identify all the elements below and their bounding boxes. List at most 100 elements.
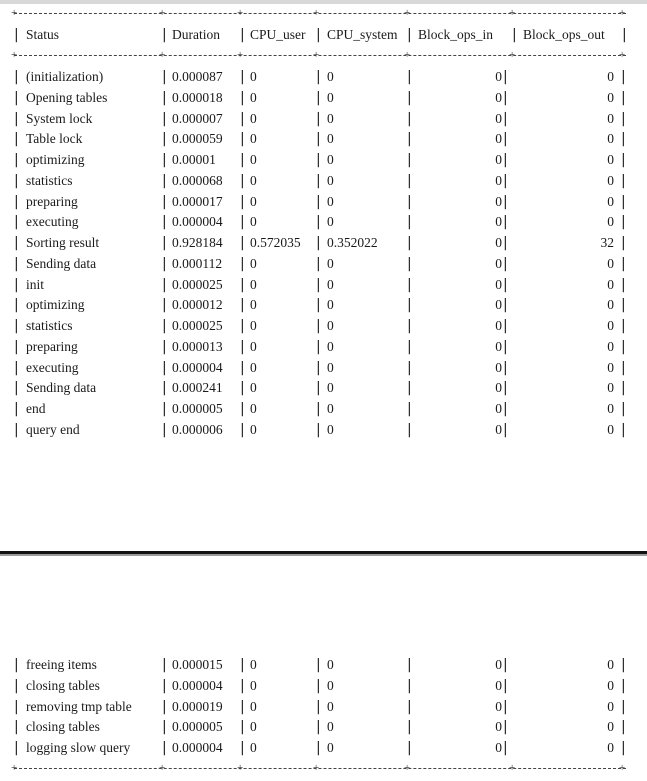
block-ops-out-cell: 0: [607, 131, 614, 147]
column-separator: |: [407, 276, 412, 293]
column-separator: |: [407, 657, 412, 673]
column-separator: |: [503, 380, 508, 397]
column-separator: |: [14, 338, 19, 355]
table-row: | | | | | | | Sending data 0.000112 0 0 0 0: [0, 254, 647, 274]
column-separator: |: [14, 297, 19, 314]
block-ops-out-cell: 0: [607, 214, 614, 230]
border-corner: +: [509, 49, 516, 61]
column-separator: |: [503, 69, 508, 85]
column-separator: |: [240, 401, 245, 418]
column-separator: |: [621, 172, 626, 189]
column-separator: |: [503, 401, 508, 418]
status-cell: statistics: [26, 318, 73, 334]
column-header-block-ops-in: Block_ops_in: [418, 27, 494, 42]
cpu-user-cell: 0: [250, 276, 257, 292]
border-corner: +: [237, 49, 244, 61]
table-row: | | | | | | | removing tmp table 0.000019 0 0 0 0: [0, 697, 647, 717]
table-row: | | | | | | | closing tables 0.000004 0 0 0 0: [0, 676, 647, 696]
column-separator: |: [503, 359, 508, 376]
cpu-user-cell: 0.572035: [250, 235, 301, 251]
block-ops-in-cell: 0: [495, 276, 502, 292]
block-ops-out-cell: 0: [607, 740, 614, 755]
column-separator: |: [407, 27, 412, 43]
column-separator: |: [162, 235, 167, 252]
table-row: | | | | | | | Sending data 0.000241 0 0 0 0: [0, 378, 647, 398]
column-separator: |: [162, 318, 167, 335]
column-separator: |: [240, 297, 245, 314]
status-cell: preparing: [26, 193, 78, 209]
duration-cell: 0.00001: [172, 152, 216, 168]
border-corner: +: [404, 7, 411, 19]
block-ops-out-cell: 0: [607, 255, 614, 271]
status-cell: Sending data: [26, 380, 97, 396]
duration-cell: 0.000004: [172, 359, 223, 375]
border-corner: +: [237, 762, 244, 774]
block-ops-out-cell: 0: [607, 318, 614, 334]
column-separator: |: [316, 110, 321, 127]
column-header-block-ops-out: Block_ops_out: [523, 27, 605, 42]
block-ops-out-cell: 0: [607, 69, 614, 84]
column-separator: |: [14, 698, 19, 715]
duration-cell: 0.000005: [172, 719, 223, 735]
column-separator: |: [503, 214, 508, 231]
duration-cell: 0.000007: [172, 110, 223, 126]
block-ops-out-cell: 0: [607, 719, 614, 735]
block-ops-in-cell: 0: [495, 677, 502, 693]
column-separator: |: [162, 657, 167, 673]
duration-cell: 0.000006: [172, 421, 223, 437]
block-ops-in-cell: 0: [495, 740, 502, 755]
column-separator: |: [14, 401, 19, 418]
block-ops-in-cell: 0: [495, 657, 502, 672]
column-separator: |: [240, 193, 245, 210]
block-ops-out-cell: 0: [607, 110, 614, 126]
column-separator: |: [407, 152, 412, 169]
block-ops-out-cell: 0: [607, 401, 614, 417]
duration-cell: 0.000017: [172, 193, 223, 209]
column-separator: |: [503, 338, 508, 355]
border-corner: +: [11, 762, 18, 774]
column-separator: |: [316, 255, 321, 272]
column-separator: |: [240, 276, 245, 293]
border-corner: +: [509, 762, 516, 774]
column-separator: |: [14, 719, 19, 736]
duration-cell: 0.000087: [172, 69, 223, 84]
cpu-system-cell: 0: [327, 359, 334, 375]
page-break-divider-shadow: [0, 554, 647, 556]
column-separator: |: [316, 401, 321, 418]
border-corner: +: [313, 49, 320, 61]
column-separator: |: [162, 69, 167, 85]
block-ops-in-cell: 0: [495, 719, 502, 735]
column-separator: |: [162, 401, 167, 418]
border-corner: +: [619, 762, 626, 774]
column-separator: |: [621, 297, 626, 314]
column-separator: |: [316, 276, 321, 293]
border-corner: +: [159, 49, 166, 61]
duration-cell: 0.000025: [172, 276, 223, 292]
column-separator: |: [14, 193, 19, 210]
column-separator: |: [621, 193, 626, 210]
column-separator: |: [503, 89, 508, 106]
cpu-system-cell: 0: [327, 214, 334, 230]
cpu-system-cell: 0.352022: [327, 235, 378, 251]
column-separator: |: [14, 255, 19, 272]
status-cell: freeing items: [26, 657, 97, 672]
block-ops-out-cell: 0: [607, 338, 614, 354]
block-ops-in-cell: 0: [495, 89, 502, 105]
block-ops-in-cell: 0: [495, 255, 502, 271]
column-separator: |: [316, 235, 321, 252]
column-separator: |: [240, 698, 245, 715]
cpu-user-cell: 0: [250, 318, 257, 334]
column-separator: |: [621, 401, 626, 418]
column-separator: |: [14, 359, 19, 376]
table-row: | | | | | | | Table lock 0.000059 0 0 0 0: [0, 129, 647, 149]
table-row: | | | | | | | executing 0.000004 0 0 0 0: [0, 212, 647, 232]
column-separator: |: [14, 69, 19, 85]
border-corner: +: [313, 7, 320, 19]
border-corner: +: [313, 762, 320, 774]
column-separator: |: [316, 172, 321, 189]
duration-cell: 0.000025: [172, 318, 223, 334]
column-separator: |: [503, 297, 508, 314]
column-separator: |: [316, 698, 321, 715]
cpu-system-cell: 0: [327, 89, 334, 105]
cpu-user-cell: 0: [250, 698, 257, 714]
